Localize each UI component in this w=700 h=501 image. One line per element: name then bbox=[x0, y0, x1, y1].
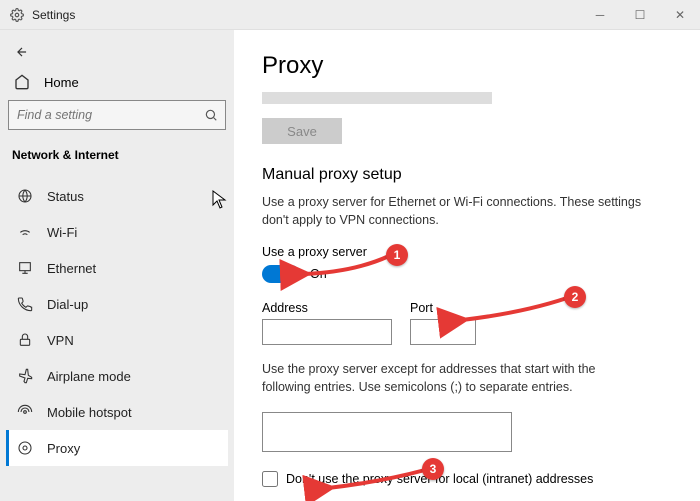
exceptions-textarea[interactable] bbox=[262, 412, 512, 452]
sidebar-item-proxy[interactable]: Proxy bbox=[6, 430, 228, 466]
sidebar-item-hotspot[interactable]: Mobile hotspot bbox=[6, 394, 228, 430]
window-title: Settings bbox=[32, 8, 75, 22]
local-bypass-checkbox[interactable] bbox=[262, 471, 278, 487]
sidebar: Home Network & Internet Status Wi-Fi Et bbox=[0, 30, 234, 501]
maximize-button[interactable]: ☐ bbox=[620, 0, 660, 30]
back-button[interactable] bbox=[6, 38, 38, 66]
settings-gear-icon bbox=[10, 8, 24, 22]
sidebar-item-airplane[interactable]: Airplane mode bbox=[6, 358, 228, 394]
titlebar: Settings ─ ☐ ✕ bbox=[0, 0, 700, 30]
dialup-icon bbox=[17, 296, 33, 312]
settings-window: Settings ─ ☐ ✕ Home Network & Internet bbox=[0, 0, 700, 501]
sidebar-item-vpn[interactable]: VPN bbox=[6, 322, 228, 358]
port-label: Port bbox=[410, 301, 476, 315]
content-area: Proxy Save Manual proxy setup Use a prox… bbox=[234, 30, 700, 501]
sidebar-item-label: Proxy bbox=[47, 441, 80, 456]
top-save-button[interactable]: Save bbox=[262, 118, 342, 144]
sidebar-item-label: Airplane mode bbox=[47, 369, 131, 384]
page-title: Proxy bbox=[262, 52, 680, 80]
toggle-state-label: On bbox=[310, 267, 327, 281]
sidebar-item-label: Mobile hotspot bbox=[47, 405, 132, 420]
wifi-icon bbox=[17, 224, 33, 240]
address-label: Address bbox=[262, 301, 392, 315]
sidebar-item-status[interactable]: Status bbox=[6, 178, 228, 214]
ethernet-icon bbox=[17, 260, 33, 276]
sidebar-item-label: Wi-Fi bbox=[47, 225, 77, 240]
proxy-icon bbox=[17, 440, 33, 456]
placeholder-bar bbox=[262, 92, 492, 104]
airplane-icon bbox=[17, 368, 33, 384]
local-bypass-label: Don't use the proxy server for local (in… bbox=[286, 472, 593, 486]
sidebar-item-label: Ethernet bbox=[47, 261, 96, 276]
vpn-icon bbox=[17, 332, 33, 348]
home-label: Home bbox=[44, 75, 79, 90]
sidebar-item-label: VPN bbox=[47, 333, 74, 348]
home-icon bbox=[14, 74, 30, 90]
globe-icon bbox=[17, 188, 33, 204]
sidebar-section-title: Network & Internet bbox=[6, 144, 228, 172]
manual-setup-description: Use a proxy server for Ethernet or Wi-Fi… bbox=[262, 194, 642, 229]
sidebar-nav: Status Wi-Fi Ethernet Dial-up VPN bbox=[6, 178, 228, 466]
use-proxy-toggle[interactable] bbox=[262, 265, 300, 283]
sidebar-item-dialup[interactable]: Dial-up bbox=[6, 286, 228, 322]
address-input[interactable] bbox=[262, 319, 392, 345]
exceptions-label: Use the proxy server except for addresse… bbox=[262, 361, 642, 396]
sidebar-item-label: Dial-up bbox=[47, 297, 88, 312]
sidebar-item-wifi[interactable]: Wi-Fi bbox=[6, 214, 228, 250]
local-bypass-row[interactable]: Don't use the proxy server for local (in… bbox=[262, 471, 680, 487]
sidebar-item-label: Status bbox=[47, 189, 84, 204]
sidebar-item-ethernet[interactable]: Ethernet bbox=[6, 250, 228, 286]
home-nav[interactable]: Home bbox=[6, 66, 228, 100]
search-input[interactable] bbox=[8, 100, 226, 130]
arrow-left-icon bbox=[15, 45, 29, 59]
hotspot-icon bbox=[17, 404, 33, 420]
port-input[interactable] bbox=[410, 319, 476, 345]
close-button[interactable]: ✕ bbox=[660, 0, 700, 30]
toggle-field-label: Use a proxy server bbox=[262, 245, 680, 259]
search-icon bbox=[204, 108, 218, 122]
minimize-button[interactable]: ─ bbox=[580, 0, 620, 30]
manual-setup-heading: Manual proxy setup bbox=[262, 166, 680, 184]
